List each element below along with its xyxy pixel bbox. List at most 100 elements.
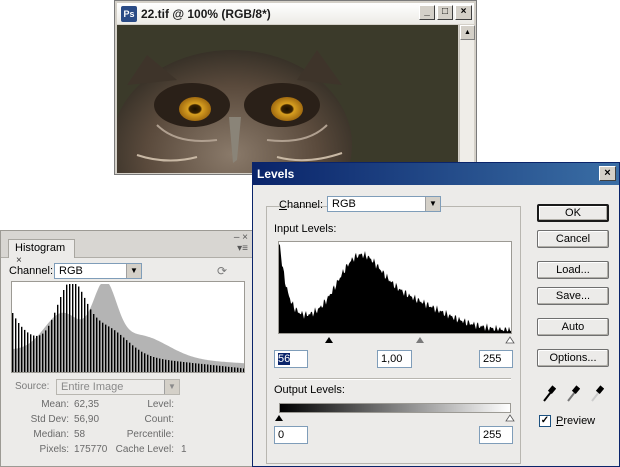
histogram-bar (144, 353, 146, 372)
histogram-svg (12, 284, 245, 372)
histogram-bar (138, 349, 140, 372)
histogram-bar (39, 335, 41, 372)
histogram-bar (120, 334, 122, 372)
histogram-bar (147, 354, 149, 372)
level-label: Level: (147, 399, 174, 410)
source-label: Source: (15, 381, 50, 392)
chevron-down-icon[interactable]: ▼ (164, 380, 179, 394)
chevron-down-icon[interactable]: ▼ (425, 197, 440, 211)
histogram-bar (222, 366, 224, 372)
document-window[interactable]: Ps 22.tif @ 100% (RGB/8*) _ □ × ▲ (114, 0, 477, 175)
vertical-scrollbar[interactable]: ▲ (459, 25, 475, 173)
histogram-channel-label: Channel: (9, 265, 54, 277)
preview-checkbox[interactable]: ✓ (539, 415, 551, 427)
output-gradient-bar (279, 403, 511, 413)
black-point-eyedropper-icon[interactable] (542, 385, 556, 403)
histogram-bar (159, 358, 161, 372)
cache-level-label: Cache Level: (115, 444, 174, 455)
histogram-bar (150, 356, 152, 372)
histogram-bar (42, 333, 44, 372)
histogram-bar (72, 284, 74, 372)
histogram-bar (69, 284, 71, 372)
histogram-bar (108, 326, 110, 372)
document-titlebar[interactable]: Ps 22.tif @ 100% (RGB/8*) _ □ × (117, 3, 474, 24)
levels-titlebar[interactable]: Levels × (253, 163, 619, 185)
histogram-bar (78, 286, 80, 372)
histogram-bar (87, 303, 89, 372)
panel-minimize-icon[interactable]: – (234, 232, 240, 243)
black-point-slider[interactable] (325, 337, 333, 343)
ok-button[interactable]: OK (537, 204, 609, 222)
separator (279, 378, 511, 380)
cancel-button[interactable]: Cancel (537, 230, 609, 248)
minimize-icon[interactable]: _ (419, 5, 435, 20)
load-button[interactable]: Load... (537, 261, 609, 279)
restore-icon[interactable]: □ (437, 5, 453, 20)
histogram-bar (216, 365, 218, 372)
histogram-bar (123, 337, 125, 372)
histogram-bar (57, 304, 59, 372)
gray-point-eyedropper-icon[interactable] (566, 385, 580, 403)
white-point-slider[interactable] (505, 336, 515, 344)
auto-button[interactable]: Auto (537, 318, 609, 336)
histogram-bar (75, 284, 77, 372)
cache-level-value: 1 (181, 444, 187, 455)
panel-close-icon[interactable]: × (242, 232, 248, 243)
histogram-bar (51, 319, 53, 372)
save-button[interactable]: Save... (537, 287, 609, 305)
levels-channel-select[interactable]: RGB ▼ (327, 196, 441, 212)
histogram-bar (66, 284, 68, 372)
output-white-slider[interactable] (505, 414, 515, 422)
panel-controls[interactable]: – × ▾≡ (234, 232, 248, 254)
histogram-bar (81, 291, 83, 372)
gamma-slider[interactable] (416, 337, 424, 343)
output-black-field[interactable]: 0 (274, 426, 308, 444)
histogram-bar (129, 342, 131, 372)
histogram-bar (234, 367, 236, 372)
tab-histogram-label: Histogram (15, 242, 66, 254)
histogram-channel-select[interactable]: RGB ▼ (54, 263, 142, 279)
histogram-bar (165, 359, 167, 372)
output-levels-label: Output Levels: (274, 384, 345, 396)
chevron-down-icon[interactable]: ▼ (126, 264, 141, 278)
panel-menu-icon[interactable]: ▾≡ (237, 243, 248, 254)
input-white-field[interactable]: 255 (479, 350, 513, 368)
histogram-bar (48, 325, 50, 372)
input-gamma-field[interactable]: 1,00 (377, 350, 412, 368)
levels-channel-label: Channel: (279, 199, 324, 211)
scroll-up-icon[interactable]: ▲ (460, 25, 475, 40)
histogram-bar (219, 365, 221, 372)
document-canvas[interactable] (117, 25, 458, 173)
histogram-bar (201, 363, 203, 372)
histogram-bar (156, 357, 158, 372)
histogram-tabbar: Histogram × – × ▾≡ (1, 231, 252, 266)
options-button[interactable]: Options... (537, 349, 609, 367)
output-white-field[interactable]: 255 (479, 426, 513, 444)
document-title: 22.tif @ 100% (RGB/8*) (141, 6, 271, 21)
pixels-label: Pixels: (39, 444, 69, 455)
histogram-bar (102, 322, 104, 372)
histogram-bar (30, 334, 32, 372)
output-slider[interactable] (275, 413, 515, 423)
source-select[interactable]: Entire Image ▼ (56, 379, 180, 395)
histogram-bar (204, 364, 206, 372)
histogram-bar (99, 320, 101, 372)
white-point-eyedropper-icon[interactable] (590, 385, 604, 403)
input-black-field[interactable]: 56 (274, 350, 308, 368)
refresh-icon[interactable]: ⟳ (217, 264, 227, 278)
percentile-label: Percentile: (126, 429, 174, 440)
input-slider[interactable] (275, 335, 515, 345)
close-icon[interactable]: × (455, 5, 472, 20)
histogram-bar (126, 340, 128, 372)
histogram-bar (198, 363, 200, 372)
close-icon[interactable]: × (599, 166, 616, 181)
histogram-bar (96, 317, 98, 372)
levels-histogram-svg (279, 244, 511, 333)
histogram-bar (27, 332, 29, 372)
tab-histogram[interactable]: Histogram × (8, 239, 75, 266)
levels-histogram-area (279, 244, 511, 333)
histogram-bar (189, 362, 191, 372)
owl-image (117, 25, 458, 173)
output-black-slider[interactable] (275, 415, 283, 421)
histogram-bar (90, 309, 92, 372)
